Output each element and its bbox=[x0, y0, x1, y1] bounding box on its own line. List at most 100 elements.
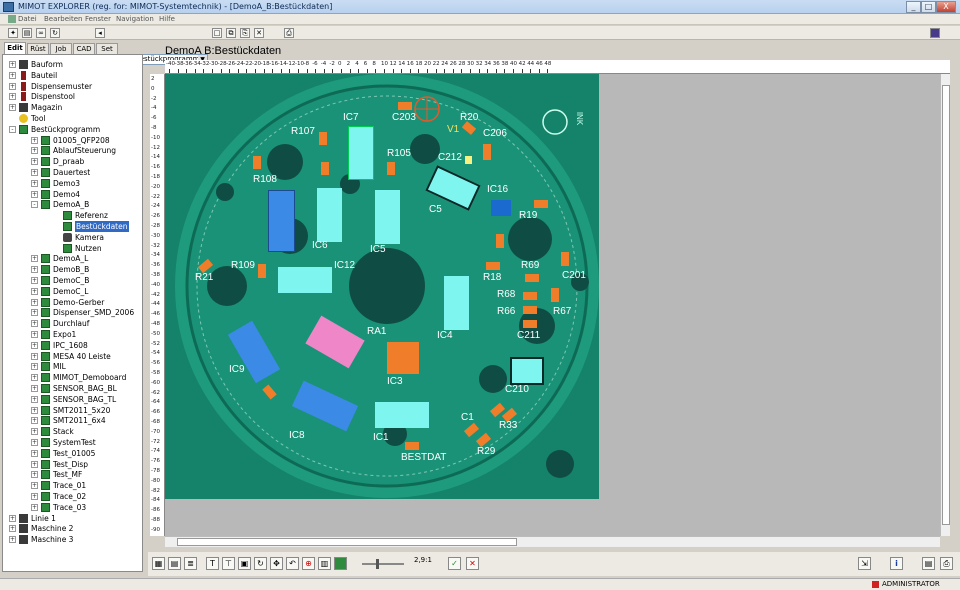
pcb-canvas[interactable]: C203 R20 R107 IC7 C206 V1 C212 R105 R108 IC16 C5 R1… bbox=[165, 74, 940, 536]
expand-icon[interactable]: + bbox=[9, 514, 16, 522]
expand-icon[interactable]: + bbox=[31, 331, 38, 338]
expand-icon[interactable]: + bbox=[31, 277, 38, 284]
ic1-chip[interactable] bbox=[375, 402, 429, 428]
tab-set[interactable]: Set bbox=[96, 43, 118, 54]
horizontal-scrollbar[interactable] bbox=[165, 536, 940, 547]
menu-hilfe[interactable]: Hilfe bbox=[159, 15, 175, 23]
paste-icon[interactable]: ⎘ bbox=[240, 28, 250, 38]
ic7-chip[interactable] bbox=[348, 126, 374, 180]
expand-icon[interactable]: + bbox=[31, 190, 38, 198]
r109-resistor[interactable] bbox=[258, 264, 266, 278]
panel-icon[interactable]: ▥ bbox=[318, 557, 331, 570]
tree-view[interactable]: + Bauform + Bauteil + Dispensemuster + Dispenst… bbox=[2, 54, 143, 572]
zoom-slider[interactable] bbox=[362, 559, 404, 569]
table-icon[interactable]: ▤ bbox=[168, 557, 181, 570]
r69-resistor[interactable] bbox=[525, 274, 539, 282]
expand-icon[interactable]: + bbox=[31, 309, 38, 317]
board-view-icon[interactable] bbox=[334, 557, 347, 570]
c206-resistor[interactable] bbox=[483, 144, 491, 160]
cancel-icon[interactable]: ✕ bbox=[466, 557, 479, 570]
expand-icon[interactable]: + bbox=[9, 71, 16, 79]
r19-resistor[interactable] bbox=[534, 200, 548, 208]
vertical-scrollbar[interactable] bbox=[940, 74, 950, 536]
expand-icon[interactable]: + bbox=[31, 417, 38, 425]
copy-icon[interactable]: ⧉ bbox=[226, 28, 236, 38]
app-menu-icon[interactable] bbox=[8, 15, 16, 23]
document-icon[interactable]: ▤ bbox=[22, 28, 32, 38]
expand-icon[interactable]: + bbox=[31, 385, 38, 392]
expand-icon[interactable]: + bbox=[31, 158, 38, 166]
r18a-resistor[interactable] bbox=[496, 234, 504, 248]
expand-icon[interactable]: + bbox=[31, 395, 38, 403]
expand-icon[interactable]: + bbox=[31, 471, 38, 479]
expand-icon[interactable]: + bbox=[31, 136, 38, 144]
vertical-scroll-thumb[interactable] bbox=[942, 85, 950, 525]
c212-resistor[interactable] bbox=[465, 156, 472, 164]
expand-icon[interactable]: + bbox=[31, 341, 38, 349]
tab-cad[interactable]: CAD bbox=[73, 43, 95, 54]
print-icon[interactable]: ⎙ bbox=[284, 28, 294, 38]
report-icon[interactable]: ▤ bbox=[922, 557, 935, 570]
minimize-button[interactable]: _ bbox=[906, 1, 921, 13]
expand-icon[interactable]: + bbox=[31, 503, 38, 511]
delete-icon[interactable]: ✕ bbox=[254, 28, 264, 38]
ic-blue-chip[interactable] bbox=[268, 190, 295, 252]
expand-icon[interactable]: + bbox=[9, 82, 16, 90]
menu-fenster[interactable]: Fenster bbox=[85, 15, 111, 23]
expand-icon[interactable]: + bbox=[31, 320, 38, 328]
expand-icon[interactable]: + bbox=[31, 428, 38, 436]
export-icon[interactable]: ⇲ bbox=[858, 557, 871, 570]
move-icon[interactable]: ✥ bbox=[270, 557, 283, 570]
expand-icon[interactable]: + bbox=[31, 460, 38, 468]
ic16-chip[interactable] bbox=[491, 200, 511, 216]
undo-icon[interactable]: ↶ bbox=[286, 557, 299, 570]
ic12-chip[interactable] bbox=[278, 267, 332, 293]
expand-icon[interactable]: + bbox=[31, 255, 38, 263]
new-icon[interactable]: □ bbox=[212, 28, 222, 38]
expand-icon[interactable]: + bbox=[31, 482, 38, 490]
expand-icon[interactable]: + bbox=[9, 93, 16, 101]
r66-resistor[interactable] bbox=[523, 306, 537, 314]
confirm-icon[interactable]: ✓ bbox=[448, 557, 461, 570]
ic4-chip[interactable] bbox=[444, 276, 469, 330]
menu-datei[interactable]: Datei bbox=[18, 15, 37, 23]
tab-job[interactable]: Job bbox=[50, 43, 72, 54]
bestdat-resistor[interactable] bbox=[405, 442, 419, 450]
c201-resistor[interactable] bbox=[561, 252, 569, 266]
expand-icon[interactable]: + bbox=[31, 449, 38, 457]
pin-icon[interactable]: ✦ bbox=[8, 28, 18, 38]
expand-icon[interactable]: + bbox=[9, 61, 16, 68]
r107-resistor[interactable] bbox=[319, 132, 327, 145]
close-button[interactable]: X bbox=[936, 1, 956, 13]
zoom-slider-knob[interactable] bbox=[376, 559, 379, 569]
c203-resistor[interactable] bbox=[398, 102, 412, 110]
expand-icon[interactable]: + bbox=[31, 147, 38, 155]
back-icon[interactable]: ◂ bbox=[95, 28, 105, 38]
expand-icon[interactable]: + bbox=[31, 439, 38, 446]
book-icon[interactable] bbox=[930, 28, 940, 38]
ic5-chip[interactable] bbox=[375, 190, 400, 244]
nozzle-icon[interactable]: T bbox=[206, 557, 219, 570]
binoculars-icon[interactable]: ∞ bbox=[36, 28, 46, 38]
r108-resistor[interactable] bbox=[253, 156, 261, 169]
r67-resistor[interactable] bbox=[551, 288, 559, 302]
c211-resistor[interactable] bbox=[523, 320, 537, 328]
expand-icon[interactable]: + bbox=[31, 352, 38, 360]
expand-icon[interactable]: + bbox=[31, 169, 38, 176]
expand-icon[interactable]: + bbox=[9, 536, 16, 544]
target-icon[interactable]: ⊕ bbox=[302, 557, 315, 570]
maximize-button[interactable]: □ bbox=[921, 1, 936, 13]
expand-icon[interactable]: + bbox=[31, 493, 38, 500]
c210-chip[interactable] bbox=[510, 357, 544, 385]
expand-icon[interactable]: + bbox=[31, 406, 38, 414]
menu-bearbeiten[interactable]: Bearbeiten bbox=[44, 15, 82, 23]
r105-resistor[interactable] bbox=[387, 162, 395, 175]
ic6-chip[interactable] bbox=[317, 188, 342, 242]
tab-ruest[interactable]: Rüst bbox=[27, 43, 49, 54]
list-icon[interactable]: ≣ bbox=[184, 557, 197, 570]
expand-icon[interactable]: + bbox=[9, 104, 16, 112]
dispense-icon[interactable]: ⊤ bbox=[222, 557, 235, 570]
expand-icon[interactable]: + bbox=[31, 374, 38, 382]
printer-icon[interactable]: ⎙ bbox=[940, 557, 953, 570]
ic3-chip[interactable] bbox=[387, 342, 419, 374]
